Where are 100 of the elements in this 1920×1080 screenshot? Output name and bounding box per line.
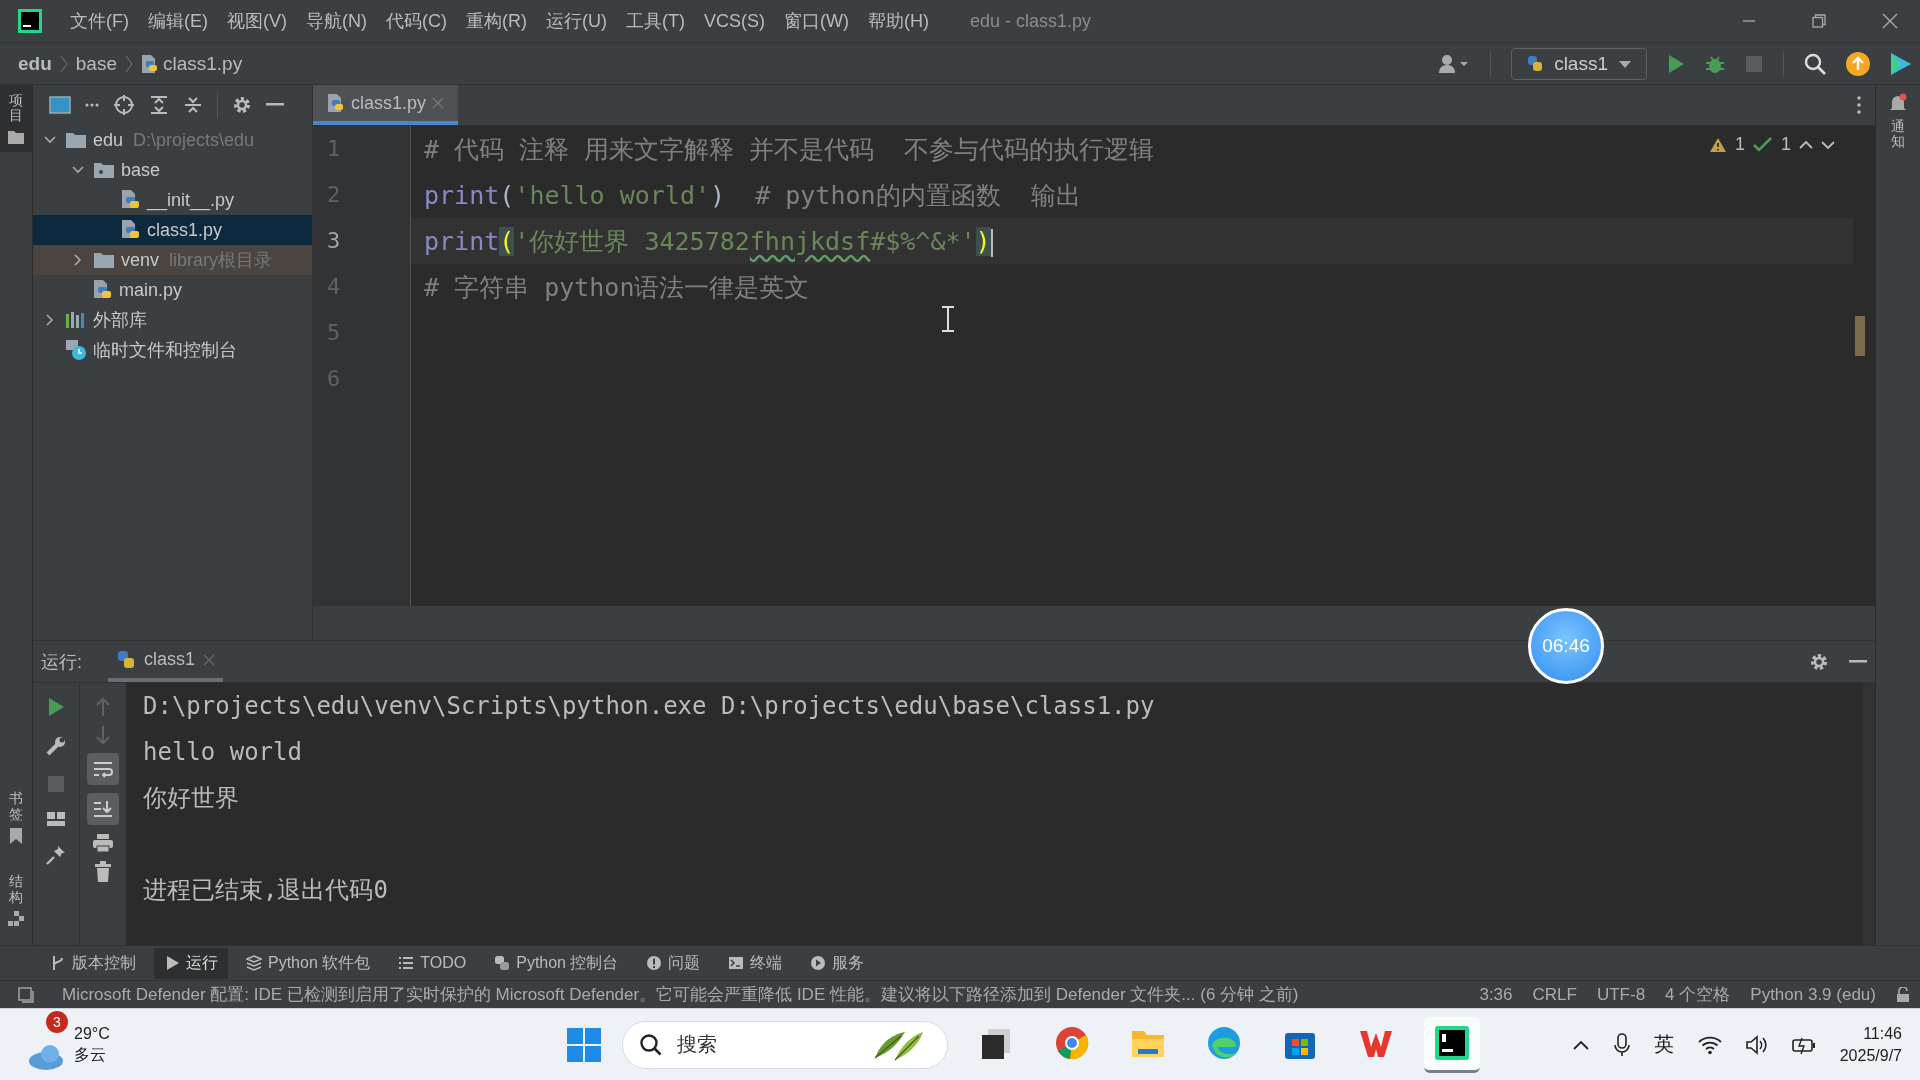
plugin-icon[interactable] [1890,51,1912,76]
breadcrumb-item[interactable]: base [75,52,117,75]
menu-item[interactable]: 重构(R) [466,9,527,33]
tree-item[interactable]: class1.py [33,215,312,245]
chevron-up-icon[interactable] [1571,1038,1590,1051]
scroll-to-end-icon[interactable] [87,793,119,825]
user-icon[interactable] [1438,53,1471,74]
speaker-icon[interactable] [1745,1034,1768,1055]
tool-window-tab[interactable]: 运行 [154,947,228,979]
trash-icon[interactable] [94,861,112,883]
start-icon[interactable] [566,1026,602,1063]
menu-item[interactable]: 帮助(H) [867,9,929,33]
status-item[interactable]: UTF-8 [1596,984,1646,1005]
expand-all-icon[interactable] [149,95,169,115]
breadcrumb-item[interactable]: edu [18,52,52,75]
notifications-side-tab[interactable]: 通知 [1876,85,1920,158]
vcs-icon [50,955,66,971]
tree-item[interactable]: 外部库 [33,305,312,335]
tool-window-tab[interactable]: 服务 [800,947,875,979]
tree-item[interactable]: __init__.py [33,185,312,215]
pin-icon[interactable] [46,845,66,865]
status-item[interactable]: CRLF [1532,984,1577,1005]
update-icon[interactable] [1846,51,1870,76]
python-icon [116,649,136,670]
tool-window-tab[interactable]: 问题 [636,947,711,979]
library-icon [65,311,87,329]
structure-icon [8,911,24,927]
tool-window-tab[interactable]: TODO [388,949,477,977]
search-bar[interactable]: 搜索 [622,1020,948,1069]
soft-wrap-icon[interactable] [87,753,119,785]
menu-item[interactable]: 导航(N) [306,9,367,33]
search-icon[interactable] [639,1032,663,1057]
tree-item[interactable]: main.py [33,275,312,305]
up-icon[interactable] [1799,139,1813,150]
search-field[interactable]: 搜索 [675,1032,859,1057]
editor-tab[interactable]: class1.py [313,85,459,125]
status-item[interactable]: Python 3.9 (edu) [1750,984,1876,1005]
tree-item[interactable]: edu D:\projects\edu [33,125,312,155]
chevron-icon [59,54,68,73]
menu-item[interactable]: VCS(S) [703,10,765,32]
input-method[interactable]: 英 [1653,1031,1674,1058]
layout-icon[interactable] [46,811,66,827]
wrench-icon[interactable] [45,735,67,757]
microphone-icon[interactable] [1613,1032,1630,1057]
rerun-icon[interactable] [47,697,65,717]
settings-icon[interactable] [1809,651,1829,672]
ide-icon[interactable] [1424,1016,1480,1073]
more-icon[interactable] [1857,96,1861,114]
warning-icon[interactable] [1708,136,1727,153]
status-message[interactable]: Microsoft Defender 配置: IDE 已检测到启用了实时保护的 Microsoft Defender。它可能会严重降低 IDE 性能。建议将以下路径添加到 Defender 文件夹... (6 分钟 之前) [62,983,1299,1006]
package-folder-icon [93,161,115,179]
print-icon[interactable] [92,833,114,853]
collapse-all-icon[interactable] [183,95,203,115]
window-title: edu - class1.py [969,10,1092,32]
menu-item[interactable]: 工具(T) [626,9,685,33]
status-item[interactable]: 3:36 [1479,984,1513,1005]
search-icon[interactable] [1804,52,1826,75]
breadcrumb-item[interactable]: class1.py [163,52,243,75]
console-line: hello world [143,737,303,768]
side-tab[interactable]: 结构 [0,866,32,935]
menu-item[interactable]: 文件(F) [70,9,129,33]
clock-time[interactable]: 11:46 [1863,1022,1902,1045]
tree-item[interactable]: venv library根目录 [33,245,312,275]
panel-toggle-icon[interactable] [18,986,34,1003]
tree-item[interactable]: base [33,155,312,185]
project-side-tab[interactable]: 项目 [0,85,32,152]
minimize-icon[interactable] [1849,659,1867,664]
menu-item[interactable]: 窗口(W) [784,9,849,33]
side-tab[interactable]: 书签 [0,783,32,853]
problems-icon [646,955,663,971]
tool-window-tab[interactable]: Python 软件包 [236,947,381,979]
check-icon[interactable] [1753,136,1773,153]
tool-window-tab[interactable]: Python 控制台 [484,947,629,979]
bookmark-icon [9,828,23,845]
settings-icon[interactable] [232,95,252,115]
run-icon[interactable] [1667,53,1685,74]
menu-item[interactable]: 代码(C) [386,9,447,33]
status-item[interactable]: 4 个空格 [1665,983,1731,1006]
run-tab[interactable]: class1 [108,641,224,682]
tree-item[interactable]: 临时文件和控制台 [33,335,312,365]
restore-icon[interactable] [1812,14,1826,28]
tool-window-tab[interactable]: 终端 [718,947,793,979]
menu-item[interactable]: 视图(V) [227,9,287,33]
down-icon[interactable] [1821,139,1835,150]
tool-window-tab[interactable]: 版本控制 [40,947,146,979]
clock-date[interactable]: 2025/9/7 [1839,1044,1902,1067]
menu-item[interactable]: 编辑(E) [148,9,208,33]
more-icon[interactable] [85,103,99,107]
minimize-icon[interactable] [266,103,284,107]
terminal-icon [728,955,745,971]
caret-icon [1618,58,1632,69]
wifi-icon[interactable] [1697,1034,1722,1055]
python-file-icon [121,189,141,211]
menu-item[interactable]: 运行(U) [546,9,607,33]
run-config-dropdown[interactable]: class1 [1511,47,1647,80]
lock-icon[interactable] [1896,986,1910,1003]
python-file-icon [327,93,345,113]
close-icon[interactable] [1882,13,1898,29]
locate-icon[interactable] [113,94,135,116]
scrollbar-thumb[interactable] [1855,316,1865,356]
